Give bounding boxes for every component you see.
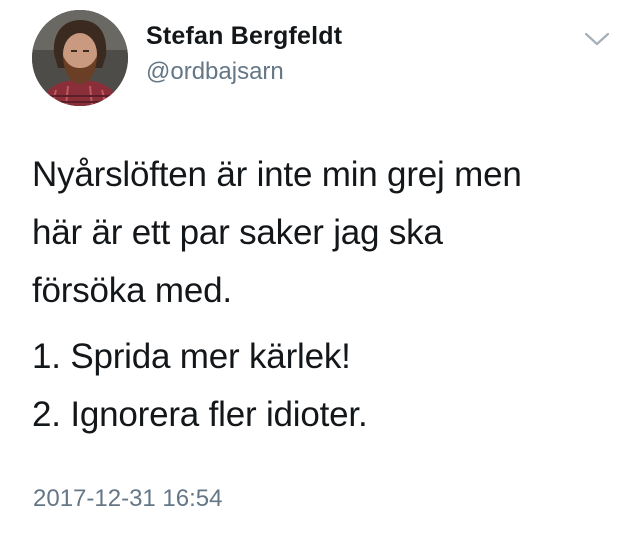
tweet-card: Stefan Bergfeldt @ordbajsarn Nyårslöften… [0, 0, 640, 542]
profile-photo-icon [32, 10, 128, 106]
tweet-paragraph: Nyårslöften är inte min grej men här är … [32, 146, 622, 320]
tweet-line: försöka med. [32, 271, 232, 310]
tweet-timestamp[interactable]: 2017-12-31 16:54 [33, 485, 223, 513]
tweet-line: Nyårslöften är inte min grej men [32, 155, 522, 194]
tweet-line: 2. Ignorera fler idioter. [32, 395, 368, 434]
tweet-text: Nyårslöften är inte min grej men här är … [32, 146, 622, 444]
tweet-line: 1. Sprida mer kärlek! [32, 337, 351, 376]
display-name[interactable]: Stefan Bergfeldt [146, 22, 342, 51]
tweet-line: här är ett par saker jag ska [32, 213, 443, 252]
user-handle[interactable]: @ordbajsarn [146, 58, 284, 86]
tweet-paragraph: 1. Sprida mer kärlek! 2. Ignorera fler i… [32, 328, 622, 444]
chevron-down-icon[interactable] [583, 30, 611, 48]
avatar[interactable] [32, 10, 128, 106]
